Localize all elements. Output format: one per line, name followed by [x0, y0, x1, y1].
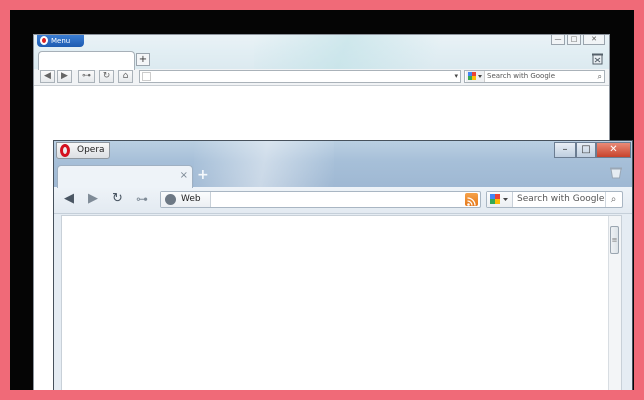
page-icon [142, 72, 151, 81]
trash-icon[interactable] [610, 167, 622, 179]
google-engine-icon[interactable] [487, 192, 513, 207]
menu-button[interactable]: Menu [37, 35, 84, 47]
scrollbar-thumb[interactable]: ≡ [610, 226, 619, 254]
maximize-button[interactable]: □ [576, 142, 596, 158]
search-field[interactable]: Search with Google ⌕ [486, 191, 623, 208]
search-icon[interactable]: ⌕ [598, 71, 602, 82]
forward-button[interactable]: ▶ [88, 192, 98, 206]
tab-blank[interactable]: × [57, 165, 193, 188]
search-placeholder: Search with Google [517, 194, 605, 204]
chevron-down-icon[interactable]: ▾ [454, 71, 458, 82]
web-dropdown[interactable]: Web [161, 192, 211, 207]
tab-close-icon[interactable]: × [180, 170, 188, 181]
opera-logo-icon [40, 36, 48, 45]
maximize-button[interactable]: □ [567, 35, 581, 45]
menu-label: Menu [51, 37, 71, 45]
navigation-toolbar: ◀ ▶ ⊶ ↻ ⌂ ▾ Search with Google ⌕ [34, 69, 609, 86]
page-content[interactable]: ≡ [61, 215, 622, 390]
search-field[interactable]: Search with Google ⌕ [464, 70, 605, 83]
web-label: Web [181, 194, 201, 204]
search-placeholder: Search with Google [487, 72, 556, 80]
search-icon[interactable]: ⌕ [605, 192, 621, 207]
address-field[interactable]: ▾ [139, 70, 461, 83]
forward-button[interactable]: ▶ [57, 70, 72, 83]
address-field[interactable]: Web [160, 191, 481, 208]
minimize-button[interactable]: – [554, 142, 576, 158]
globe-icon [165, 194, 176, 205]
rss-feed-icon[interactable] [465, 193, 478, 206]
home-button[interactable]: ⌂ [118, 70, 133, 83]
opera-logo-icon [60, 144, 70, 157]
key-icon[interactable]: ⊶ [78, 70, 95, 83]
tab-blank[interactable] [38, 51, 135, 70]
reload-button[interactable]: ↻ [99, 70, 114, 83]
google-engine-icon[interactable] [466, 71, 485, 82]
key-icon[interactable]: ⊶ [136, 192, 148, 206]
opera-title: Opera [77, 145, 105, 155]
minimize-button[interactable]: — [551, 35, 565, 45]
navigation-toolbar: ◀ ▶ ↻ ⊶ Web Search with Google ⌕ [54, 187, 632, 214]
desktop-backdrop: Menu — □ ✕ + ◀ ▶ ⊶ ↻ ⌂ ▾ Search with Goo… [10, 10, 634, 390]
new-tab-button[interactable]: + [197, 168, 209, 182]
back-button[interactable]: ◀ [64, 192, 74, 206]
close-button[interactable]: ✕ [583, 35, 605, 45]
browser-window-opera: Opera – □ ✕ × + ◀ ▶ ↻ ⊶ Web Search with … [53, 140, 633, 390]
new-tab-button[interactable]: + [136, 53, 150, 66]
vertical-scrollbar[interactable]: ≡ [608, 216, 621, 390]
trash-icon[interactable] [592, 53, 603, 65]
back-button[interactable]: ◀ [40, 70, 55, 83]
close-button[interactable]: ✕ [596, 142, 631, 158]
opera-menu-button[interactable]: Opera [56, 142, 110, 159]
reload-button[interactable]: ↻ [112, 192, 123, 206]
